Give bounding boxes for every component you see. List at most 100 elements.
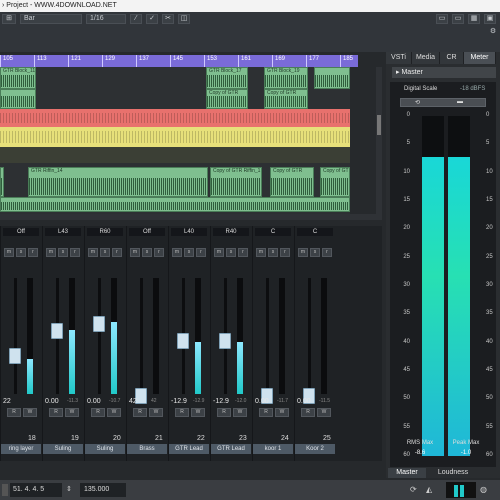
metronome-icon[interactable]: ◭ — [426, 483, 438, 497]
write-automation-button[interactable]: W — [23, 408, 37, 417]
audio-clip[interactable]: Copy of GTR — [264, 89, 308, 109]
tab-media[interactable]: Media — [412, 52, 440, 64]
volume-value[interactable]: 22 — [3, 398, 11, 405]
scissors-icon[interactable]: ✂ — [162, 14, 174, 24]
mute-button[interactable]: m — [214, 248, 224, 257]
tab-vsti[interactable]: VSTi — [386, 52, 412, 64]
read-automation-button[interactable]: R — [217, 408, 231, 417]
channel-name[interactable]: Brass — [127, 444, 167, 454]
volume-value[interactable]: 0.00 — [297, 398, 311, 405]
vertical-scrollbar[interactable] — [376, 67, 382, 214]
pan-display[interactable]: Off — [129, 228, 165, 236]
horizontal-scrollbar[interactable] — [0, 214, 382, 220]
solo-button[interactable]: s — [268, 248, 278, 257]
read-automation-button[interactable]: R — [91, 408, 105, 417]
solo-button[interactable]: s — [58, 248, 68, 257]
pan-display[interactable]: C — [255, 228, 291, 236]
volume-fader[interactable] — [51, 323, 63, 339]
pan-display[interactable]: L43 — [45, 228, 81, 236]
audio-clip[interactable] — [0, 197, 350, 212]
volume-fader[interactable] — [177, 333, 189, 349]
tab-master[interactable]: Master — [388, 468, 426, 478]
mute-button[interactable]: m — [4, 248, 14, 257]
layout-mixer-icon[interactable]: ▦ — [468, 14, 480, 24]
channel-name[interactable]: Suling — [43, 444, 83, 454]
master-header[interactable]: ▸ Master — [392, 67, 496, 78]
audio-clip[interactable]: GTR Block_11 — [0, 67, 36, 89]
layout-right-icon[interactable]: ▭ — [452, 14, 464, 24]
solo-button[interactable]: s — [310, 248, 320, 257]
tab-cr[interactable]: CR — [440, 52, 464, 64]
read-automation-button[interactable]: R — [7, 408, 21, 417]
audio-clip[interactable] — [0, 167, 4, 197]
listen-button[interactable]: r — [280, 248, 290, 257]
vertical-scroll-thumb[interactable] — [377, 115, 381, 135]
solo-button[interactable]: s — [142, 248, 152, 257]
mute-button[interactable]: m — [298, 248, 308, 257]
write-automation-button[interactable]: W — [107, 408, 121, 417]
listen-button[interactable]: r — [70, 248, 80, 257]
tempo-display[interactable]: 135.000 — [80, 483, 126, 497]
pan-display[interactable]: Off — [3, 228, 39, 236]
volume-fader[interactable] — [219, 333, 231, 349]
pan-display[interactable]: L40 — [171, 228, 207, 236]
listen-button[interactable]: r — [238, 248, 248, 257]
track-lane[interactable] — [0, 147, 350, 163]
pan-display[interactable]: R60 — [87, 228, 123, 236]
channel-name[interactable]: GTR Lead — [211, 444, 251, 454]
write-automation-button[interactable]: W — [317, 408, 331, 417]
solo-button[interactable]: s — [100, 248, 110, 257]
cycle-icon[interactable]: ⟳ — [410, 483, 422, 497]
audio-clip[interactable]: GTR Riffin_14 — [28, 167, 208, 197]
quantize-dropdown[interactable]: 1/16 — [86, 14, 126, 24]
preset-icon[interactable]: ◫ — [178, 14, 190, 24]
volume-value[interactable]: 0.00 — [45, 398, 59, 405]
grid-type-dropdown[interactable]: Bar — [20, 14, 82, 24]
volume-value[interactable]: -12.9 — [213, 398, 229, 405]
read-automation-button[interactable]: R — [133, 408, 147, 417]
write-automation-button[interactable]: W — [233, 408, 247, 417]
audio-clip[interactable]: Copy of GTR Riffin_1 — [210, 167, 262, 197]
meter-menu-icon[interactable]: ▬ — [457, 99, 463, 105]
listen-button[interactable]: r — [154, 248, 164, 257]
read-automation-button[interactable]: R — [175, 408, 189, 417]
write-automation-button[interactable]: W — [65, 408, 79, 417]
channel-name[interactable]: GTR Lead — [169, 444, 209, 454]
audio-clip[interactable]: Copy of GTR — [270, 167, 314, 197]
mute-button[interactable]: m — [46, 248, 56, 257]
timeline-ruler[interactable]: 105 113 121 129 137 145 153 161 169 177 185 — [0, 55, 358, 67]
write-automation-button[interactable]: W — [275, 408, 289, 417]
tab-loudness[interactable]: Loudness — [428, 468, 478, 478]
read-automation-button[interactable]: R — [301, 408, 315, 417]
audio-clip[interactable] — [314, 67, 350, 89]
snap-icon[interactable]: ⊞ — [2, 14, 16, 24]
channel-name[interactable]: Suling — [85, 444, 125, 454]
audio-clip[interactable]: GTR Block_17 — [206, 67, 248, 89]
volume-value[interactable]: 0.00 — [255, 398, 269, 405]
pan-display[interactable]: R40 — [213, 228, 249, 236]
layout-left-icon[interactable]: ▭ — [436, 14, 448, 24]
settings-gear-icon[interactable]: ⚙ — [488, 28, 498, 38]
volume-value[interactable]: 42 — [129, 398, 137, 405]
mute-button[interactable]: m — [172, 248, 182, 257]
track-lanes[interactable]: GTR Block_11 GTR Block_17 GTR Block_19 Copy… — [0, 67, 350, 214]
track-lane[interactable] — [0, 109, 350, 127]
volume-fader[interactable] — [9, 348, 21, 364]
position-stepper-icon[interactable]: ⇕ — [66, 483, 76, 497]
listen-button[interactable]: r — [28, 248, 38, 257]
audio-clip[interactable]: Copy of GTR — [206, 89, 248, 109]
position-display[interactable]: 51. 4. 4. 5 — [10, 483, 62, 497]
pan-display[interactable]: C — [297, 228, 333, 236]
solo-button[interactable]: s — [16, 248, 26, 257]
volume-value[interactable]: 0.00 — [87, 398, 101, 405]
track-lane[interactable] — [0, 127, 350, 147]
volume-value[interactable]: -12.9 — [171, 398, 187, 405]
mute-button[interactable]: m — [256, 248, 266, 257]
solo-button[interactable]: s — [226, 248, 236, 257]
listen-button[interactable]: r — [196, 248, 206, 257]
mute-button[interactable]: m — [88, 248, 98, 257]
read-automation-button[interactable]: R — [49, 408, 63, 417]
transport-settings-icon[interactable]: ◍ — [480, 483, 494, 497]
quantize-icon[interactable]: ⁄ — [130, 14, 142, 24]
meter-reset-icon[interactable]: ⟲ — [415, 99, 420, 106]
